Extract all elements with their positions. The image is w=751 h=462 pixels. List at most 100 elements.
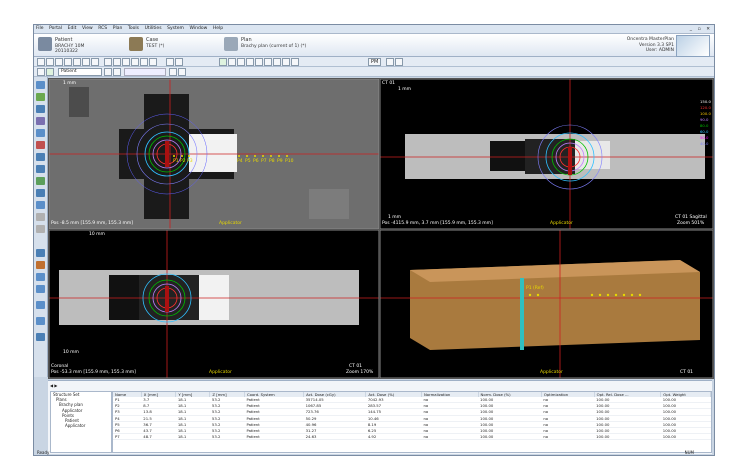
layout-icon[interactable] [64,58,72,66]
brush-icon[interactable] [178,68,186,76]
3d-image [380,230,713,378]
structures-icon[interactable] [36,81,45,89]
dvh-icon[interactable] [36,177,45,185]
table-row[interactable]: P7 48.7 18.1 53.2 Patient 24.63 4.92 no 100.00 no… [113,433,711,441]
view-icon[interactable] [36,201,45,209]
settings-icon[interactable] [113,68,121,76]
collapse-icon[interactable]: ◀ [50,383,53,388]
scale-bar-label: 10 mm [89,232,105,237]
draw-tool-icon[interactable] [246,58,254,66]
pan-icon[interactable] [175,58,183,66]
draw-tool-icon[interactable] [264,58,272,66]
close-icon[interactable]: ✕ [704,26,712,34]
table-icon[interactable] [122,58,130,66]
layout-icon[interactable] [82,58,90,66]
viewport-axial[interactable]: P1 P2 P3 P4 P5 P6 P7 P8 P9 P10 1 mm Pos … [48,78,380,230]
optimize-icon[interactable] [36,153,45,161]
menu-help[interactable]: Help [211,25,225,33]
reconstruct-icon[interactable] [36,117,45,125]
menu-file[interactable]: File [34,25,46,33]
table-cell: 18.1 [175,433,210,441]
pointer-icon[interactable] [37,68,45,76]
tool-icon[interactable] [36,273,45,281]
point-label: P6 [253,159,259,164]
target-icon[interactable] [46,68,54,76]
tool-icon[interactable] [36,301,45,309]
draw-tool-icon[interactable] [291,58,299,66]
menu-view[interactable]: View [80,25,95,33]
pm-button[interactable]: PM [368,58,382,66]
dose-icon[interactable] [36,141,45,149]
layout-icon[interactable] [91,58,99,66]
viewport-3d[interactable]: P1 (Ref) Applicator CT 01 [379,229,714,379]
contour-tool-icon[interactable] [219,58,227,66]
table-cell: 100.00 [478,433,542,441]
pencil-icon[interactable] [169,68,177,76]
zoom-readout: Zoom 501% [677,221,705,226]
draw-tool-icon[interactable] [255,58,263,66]
draw-tool-icon[interactable] [228,58,236,66]
points-icon[interactable] [36,129,45,137]
menu-system[interactable]: System [165,25,186,33]
menu-rcs[interactable]: RCS [96,25,109,33]
point-label: P3 [187,159,193,164]
table-icon[interactable] [149,58,157,66]
point-label: P4 [237,159,243,164]
draw-tool-icon[interactable] [273,58,281,66]
patient-block[interactable]: Patient BRACHY 10M 20110322 [38,36,128,54]
case-block[interactable]: Case TEST (*) [129,36,219,54]
grid-icon[interactable] [37,58,45,66]
table-icon[interactable] [113,58,121,66]
tool-icon[interactable] [36,317,45,325]
menu-portal[interactable]: Portal [47,25,64,33]
layout-icon[interactable] [73,58,81,66]
point-label: P1 [173,159,179,164]
modality-label: CT 01 [680,370,694,375]
refresh-icon[interactable] [104,68,112,76]
layout-icon[interactable] [55,58,63,66]
contour-icon[interactable] [36,93,45,101]
tool-icon[interactable] [36,333,45,341]
warning-icon[interactable] [36,261,45,269]
draw-tool-icon[interactable] [237,58,245,66]
tool-icon[interactable] [36,213,45,221]
empty-select[interactable] [124,68,166,76]
view-label: CT 01 Sagittal [675,215,707,220]
product-name: Oncentra MasterPlan [626,37,674,42]
table-body: P1 3.7 18.1 53.2 Patient 35714.05 7042.93 no 100… [113,397,711,441]
axial-image [49,79,379,229]
applicator-icon[interactable] [36,105,45,113]
scale-bar-label-bottom: 1 mm [388,215,402,220]
draw-tool-icon[interactable] [282,58,290,66]
table-icon[interactable] [140,58,148,66]
export-icon[interactable] [395,58,403,66]
evaluate-icon[interactable] [36,165,45,173]
menu-edit[interactable]: Edit [66,25,79,33]
report-icon[interactable] [36,189,45,197]
restore-icon[interactable]: ▫ [696,26,703,34]
menu-plan[interactable]: Plan [111,25,125,33]
patient-id: 20110322 [55,49,78,54]
expand-icon[interactable]: ▶ [54,383,57,388]
menu-tools[interactable]: Tools [126,25,141,33]
layout-icon[interactable] [46,58,54,66]
chart-icon[interactable] [386,58,394,66]
table-icon[interactable] [131,58,139,66]
plan-block[interactable]: Plan Brachy plan (current of 1) (*) [224,36,364,54]
coord-system-select[interactable]: Patient [58,68,102,76]
viewport-sagittal[interactable]: CT 01 1 mm 1 mm Pos -4115.9 mm, 3.7 mm [… [379,78,714,230]
zoom-icon[interactable] [166,58,174,66]
bottom-panel: ◀ ▶ Structure Set Plans Brachy plan Appl… [48,380,712,454]
menu-utilities[interactable]: Utilities [143,25,164,33]
table-cell: 4.92 [365,433,422,441]
table-icon[interactable] [104,58,112,66]
num-lock-indicator: NUM [684,450,694,455]
tool-icon[interactable] [36,225,45,233]
tool-icon[interactable] [36,285,45,293]
tool-icon[interactable] [36,249,45,257]
menu-window[interactable]: Window [188,25,210,33]
application-window: File Portal Edit View RCS Plan Tools Uti… [33,24,715,456]
tree-item[interactable]: Applicator [53,423,111,428]
minimize-icon[interactable]: _ [688,26,694,34]
viewport-coronal[interactable]: 10 mm 10 mm Coronal Pos -53.3 mm [155.9 … [48,229,380,379]
